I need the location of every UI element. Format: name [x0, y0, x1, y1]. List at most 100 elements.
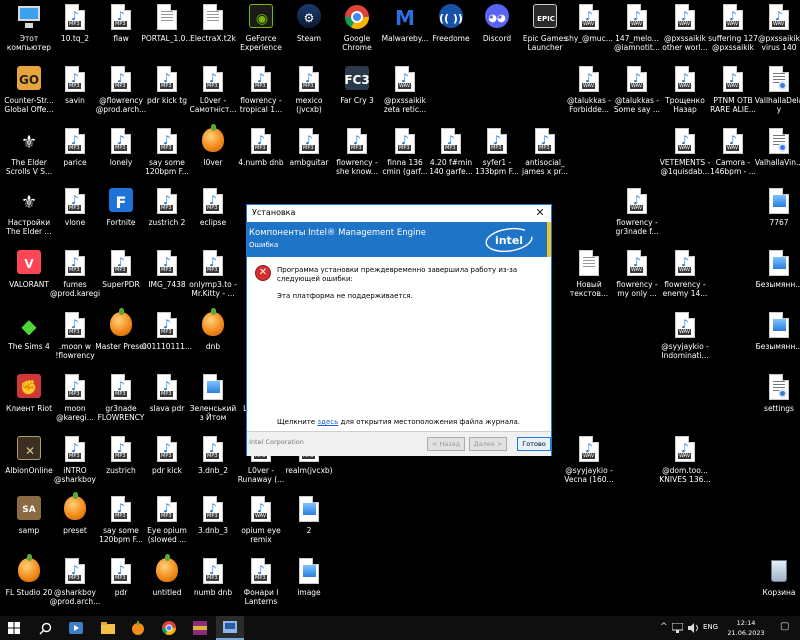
- desktop-icon[interactable]: ♪ WAV @talukkas - Some say ...: [612, 66, 662, 124]
- clock[interactable]: 12:14 21.06.2023: [720, 618, 772, 638]
- log-link[interactable]: здесь: [317, 418, 338, 426]
- desktop-icon[interactable]: ♪ MP3 numb dnb: [188, 558, 238, 616]
- search-button[interactable]: [32, 616, 58, 640]
- desktop-icon[interactable]: V VALORANT: [4, 250, 54, 308]
- desktop-icon[interactable]: ♪ MP3 4.20 f#min 140 garfe...: [426, 128, 476, 186]
- desktop-icon[interactable]: M Malwareby...: [380, 4, 430, 62]
- desktop-icon[interactable]: FL Studio 20: [4, 554, 54, 616]
- desktop-icon[interactable]: ♪ MP3 onlymp3.to - Mr.Kitty - ...: [188, 250, 238, 308]
- desktop-icon[interactable]: ◕◕ Discord: [472, 4, 522, 62]
- taskbar-media-player[interactable]: [64, 616, 88, 640]
- desktop-icon[interactable]: ♪ MP3 .moon w !flowrency: [50, 312, 100, 370]
- desktop-icon[interactable]: FC3 Far Cry 3: [332, 66, 382, 124]
- desktop-icon[interactable]: ♪ MP3 zustrich 2: [142, 188, 192, 246]
- desktop-icon[interactable]: ♪ MP3 moon @karegi...: [50, 374, 100, 432]
- desktop-icon[interactable]: dnb: [188, 308, 238, 370]
- taskbar-explorer[interactable]: [96, 616, 120, 640]
- desktop-icon[interactable]: ⚜ The Elder Scrolls V S...: [4, 128, 54, 186]
- dialog-titlebar[interactable]: Установка ✕: [247, 205, 551, 222]
- close-button[interactable]: ✕: [529, 205, 551, 222]
- desktop-icon[interactable]: ♪ MP3 flaw: [96, 4, 146, 62]
- start-button[interactable]: [0, 616, 28, 640]
- desktop-icon[interactable]: ♪ WAV @dom.too... KNIVES 136...: [659, 436, 711, 494]
- taskbar-installer[interactable]: [216, 616, 244, 640]
- desktop-icon[interactable]: preset: [50, 492, 100, 554]
- desktop-icon[interactable]: ♪ MP3 slava pdr: [142, 374, 192, 432]
- desktop-icon[interactable]: ♪ MP3 antisocial_ james x pr...: [520, 128, 570, 186]
- desktop-icon[interactable]: PORTAL_1.0...: [141, 4, 193, 62]
- notification-icon[interactable]: ▢: [780, 621, 789, 632]
- desktop-icon[interactable]: Безымянн...: [754, 250, 800, 308]
- desktop-icon[interactable]: ♪ MP3 Eye opium (slowed ...: [142, 496, 192, 554]
- desktop-icon[interactable]: Google Chrome: [332, 4, 382, 62]
- desktop-icon[interactable]: SA samp: [4, 496, 54, 554]
- desktop-icon[interactable]: F Fortnite: [96, 188, 146, 246]
- desktop-icon[interactable]: 2: [284, 496, 334, 554]
- desktop-icon[interactable]: ♪ MP3 L0ver - Самотніст...: [188, 66, 238, 124]
- network-icon[interactable]: [672, 623, 683, 633]
- desktop-icon[interactable]: ♪ MP3 IMG_7438: [142, 250, 192, 308]
- desktop-icon[interactable]: ✕ AlbionOnline: [4, 436, 54, 494]
- desktop-icon[interactable]: ♪ MP3 parice: [50, 128, 100, 186]
- desktop-icon[interactable]: ♪ MP3 @flowrency @prod.arch...: [96, 66, 146, 124]
- taskbar-winrar[interactable]: [188, 616, 212, 640]
- desktop-icon[interactable]: ♪ MP3 zustrich: [96, 436, 146, 494]
- desktop-icon[interactable]: ♪ MP3 vlone: [50, 188, 100, 246]
- desktop-icon[interactable]: ♪ MP3 3.dnb_3: [188, 496, 238, 554]
- desktop-icon[interactable]: ♪ MP3 ambguitar: [284, 128, 334, 186]
- desktop-icon[interactable]: ♪ MP3 pdr kick tg: [142, 66, 192, 124]
- desktop-icon[interactable]: ♪ WAV Трощенко Назар: [660, 66, 710, 124]
- tray-chevron-icon[interactable]: ^: [660, 622, 668, 632]
- desktop-icon[interactable]: ♪ WAV flowrency - my only ...: [612, 250, 662, 308]
- desktop-icon[interactable]: ♪ WAV 147_melo... @iamnotit...: [612, 4, 662, 62]
- desktop-icon[interactable]: ♪ MP3 lonely: [96, 128, 146, 186]
- desktop-icon[interactable]: ♪ WAV flowrency - enemy 14...: [660, 250, 710, 308]
- volume-icon[interactable]: [688, 623, 699, 633]
- desktop-icon[interactable]: (( )) Freedome: [426, 4, 476, 62]
- desktop-icon[interactable]: ♪ WAV @syyjaykio - Vecna (160...: [564, 436, 614, 494]
- language-indicator[interactable]: ENG: [703, 623, 718, 631]
- desktop-icon[interactable]: ♪ WAV opium eye remix: [236, 496, 286, 554]
- desktop-icon[interactable]: ♪ WAV PTNM OTB RARE ALIE...: [708, 66, 758, 124]
- desktop-icon[interactable]: ElectraX.t2k: [188, 4, 238, 62]
- desktop-icon[interactable]: 7767: [754, 188, 800, 246]
- next-button[interactable]: Далее >: [469, 437, 507, 451]
- desktop-icon[interactable]: EPIC Epic Games Launcher: [520, 4, 570, 62]
- desktop-icon[interactable]: ValhallaVin...: [754, 128, 800, 186]
- desktop-icon[interactable]: ♪ WAV @syyjaykio - Indominati...: [660, 312, 710, 370]
- desktop-icon[interactable]: ♪ MP3 3.dnb_2: [188, 436, 238, 494]
- taskbar-chrome[interactable]: [156, 616, 182, 640]
- desktop-icon[interactable]: ♪ WAV @talukkas - Forbidde...: [564, 66, 614, 124]
- desktop-icon[interactable]: Зеленський з Йтом: [188, 374, 238, 432]
- desktop-icon[interactable]: ♪ MP3 Фонари l Lanterns: [236, 558, 286, 616]
- desktop-icon[interactable]: ♪ MP3 iNTRO @sharkboy: [50, 436, 100, 494]
- desktop-icon[interactable]: ♪ MP3 flowrency - tropical 1...: [236, 66, 286, 124]
- desktop-icon[interactable]: Корзина: [754, 558, 800, 616]
- desktop-icon[interactable]: ◆ The Sims 4: [4, 312, 54, 370]
- desktop-icon[interactable]: VallhallaDelay: [754, 66, 800, 124]
- desktop-icon[interactable]: ♪ MP3 SuperPDR: [96, 250, 146, 308]
- back-button[interactable]: < Назад: [427, 437, 465, 451]
- desktop-icon[interactable]: ◉ GeForce Experience: [236, 4, 286, 62]
- desktop-icon[interactable]: settings: [754, 374, 800, 432]
- desktop-icon[interactable]: image: [284, 558, 334, 616]
- desktop-icon[interactable]: GO Counter-Str... Global Offe...: [4, 66, 54, 124]
- desktop-icon[interactable]: ♪ WAV Camora - 146bpm - ...: [708, 128, 758, 186]
- desktop-icon[interactable]: Этот компьютер: [4, 4, 54, 62]
- desktop-icon[interactable]: ♪ MP3 flowrency - she know...: [332, 128, 382, 186]
- desktop-icon[interactable]: ♪ MP3 pdr: [96, 558, 146, 616]
- desktop-icon[interactable]: ⚙ Steam: [284, 4, 334, 62]
- desktop-icon[interactable]: ♪ WAV @pxssaikik zeta retic...: [380, 66, 430, 124]
- desktop-icon[interactable]: ♪ MP3 eclipse: [188, 188, 238, 246]
- desktop-icon[interactable]: ♪ MP3 say some 120bpm F...: [142, 128, 192, 186]
- desktop-icon[interactable]: ♪ MP3 say some 120bpm F...: [96, 496, 146, 554]
- desktop-icon[interactable]: ♪ WAV suffering 127 @pxssaikik: [708, 4, 758, 62]
- desktop-icon[interactable]: ♪ MP3 finna 136 cmin (garf...: [380, 128, 430, 186]
- desktop-icon[interactable]: untitled: [142, 554, 192, 616]
- desktop-icon[interactable]: ♪ WAV flowrency - gr3nade f...: [612, 188, 662, 246]
- desktop-icon[interactable]: ♪ MP3 fumes @prod.karegi: [50, 250, 100, 308]
- desktop-icon[interactable]: ⚜ Настройки The Elder ...: [4, 188, 54, 246]
- desktop-icon[interactable]: ♪ WAV @pxssaikik virus 140: [754, 4, 800, 62]
- desktop-icon[interactable]: Master Preset: [95, 308, 147, 370]
- desktop-icon[interactable]: ♪ MP3 @sharkboy @prod.arch...: [50, 558, 100, 616]
